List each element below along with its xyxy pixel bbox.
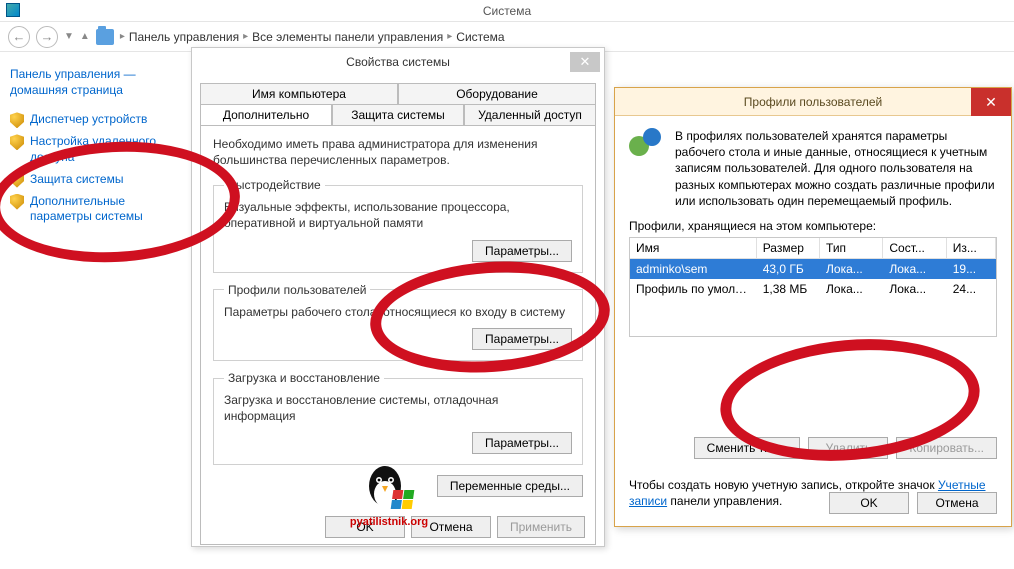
user-profiles-settings-button[interactable]: Параметры...	[472, 328, 572, 350]
window-title: Система	[483, 4, 531, 18]
users-icon	[629, 128, 665, 164]
startup-recovery-group: Загрузка и восстановление Загрузка и вос…	[213, 371, 583, 465]
sidebar-link-device-manager[interactable]: Диспетчер устройств	[10, 112, 190, 128]
apply-button[interactable]: Применить	[497, 516, 585, 538]
cell-name: Профиль по умолчанию	[630, 279, 757, 299]
table-row[interactable]: Профиль по умолчанию 1,38 МБ Лока... Лок…	[630, 279, 996, 299]
chevron-right-icon: ▸	[243, 31, 248, 42]
shield-icon	[10, 172, 24, 188]
up-icon[interactable]: ▲	[80, 31, 90, 42]
cell-name: adminko\sem	[630, 259, 757, 279]
note-post: панели управления.	[667, 494, 782, 508]
cell-changed: 19...	[947, 259, 996, 279]
folder-icon	[96, 29, 114, 45]
table-header: Имя Размер Тип Сост... Из...	[630, 238, 996, 259]
note-pre: Чтобы создать новую учетную запись, откр…	[629, 478, 938, 492]
sidebar-link-label: Диспетчер устройств	[30, 112, 147, 128]
sidebar-link-label: Дополнительные параметры системы	[30, 194, 190, 225]
admin-note: Необходимо иметь права администратора дл…	[213, 136, 583, 168]
user-profiles-legend: Профили пользователей	[224, 283, 370, 297]
watermark-text: pyatilistnik.org	[334, 516, 444, 528]
tab-remote[interactable]: Удаленный доступ	[464, 104, 596, 126]
col-state[interactable]: Сост...	[883, 238, 946, 259]
environment-variables-button[interactable]: Переменные среды...	[437, 475, 583, 497]
performance-settings-button[interactable]: Параметры...	[472, 240, 572, 262]
shield-icon	[10, 112, 24, 128]
startup-recovery-legend: Загрузка и восстановление	[224, 371, 384, 385]
cell-size: 1,38 МБ	[757, 279, 820, 299]
profiles-table[interactable]: Имя Размер Тип Сост... Из... adminko\sem…	[629, 237, 997, 337]
history-dropdown-icon[interactable]: ▼	[64, 31, 74, 42]
sidebar-link-system-protection[interactable]: Защита системы	[10, 172, 190, 188]
sidebar-link-remote-settings[interactable]: Настройка удаленного доступа	[10, 134, 190, 165]
startup-recovery-text: Загрузка и восстановление системы, отлад…	[224, 393, 572, 424]
col-size[interactable]: Размер	[757, 238, 820, 259]
copy-button[interactable]: Копировать...	[896, 437, 997, 459]
crumb-3[interactable]: Система	[456, 30, 504, 44]
sidebar-link-label: Защита системы	[30, 172, 123, 188]
dialog-title: Свойства системы	[346, 55, 450, 69]
intro-text: В профилях пользователей хранятся параме…	[675, 128, 997, 209]
cancel-button[interactable]: Отмена	[917, 492, 997, 514]
cell-type: Лока...	[820, 259, 883, 279]
startup-recovery-settings-button[interactable]: Параметры...	[472, 432, 572, 454]
breadcrumb[interactable]: ▸ Панель управления ▸ Все элементы панел…	[120, 30, 505, 44]
sidebar-link-advanced-settings[interactable]: Дополнительные параметры системы	[10, 194, 190, 225]
change-type-button[interactable]: Сменить тип...	[694, 437, 801, 459]
user-profiles-dialog: Профили пользователей ✕ В профилях польз…	[614, 87, 1012, 527]
dialog-titlebar: Профили пользователей ✕	[615, 88, 1011, 116]
tab-hardware[interactable]: Оборудование	[398, 83, 596, 104]
col-type[interactable]: Тип	[820, 238, 883, 259]
crumb-1[interactable]: Панель управления	[129, 30, 239, 44]
back-button[interactable]: ←	[8, 26, 30, 48]
forward-button[interactable]: →	[36, 26, 58, 48]
shield-icon	[10, 134, 24, 150]
stored-profiles-label: Профили, хранящиеся на этом компьютере:	[629, 219, 997, 233]
cell-type: Лока...	[820, 279, 883, 299]
cell-changed: 24...	[947, 279, 996, 299]
cell-state: Лока...	[883, 259, 946, 279]
close-button[interactable]: ✕	[971, 88, 1011, 116]
sidebar-link-label: Настройка удаленного доступа	[30, 134, 190, 165]
watermark-logo: pyatilistnik.org	[334, 464, 444, 528]
tab-advanced[interactable]: Дополнительно	[200, 104, 332, 126]
table-row[interactable]: adminko\sem 43,0 ГБ Лока... Лока... 19..…	[630, 259, 996, 279]
shield-icon	[10, 194, 24, 210]
window-titlebar: Система	[0, 0, 1014, 22]
cell-size: 43,0 ГБ	[757, 259, 820, 279]
dialog-titlebar: Свойства системы ✕	[192, 48, 604, 76]
close-button[interactable]: ✕	[570, 52, 600, 72]
cell-state: Лока...	[883, 279, 946, 299]
chevron-right-icon: ▸	[120, 31, 125, 42]
performance-legend: Быстродействие	[224, 178, 325, 192]
sidebar: Панель управления — домашняя страница Ди…	[0, 52, 200, 569]
control-panel-home-link[interactable]: Панель управления — домашняя страница	[10, 66, 190, 98]
tab-system-protection[interactable]: Защита системы	[332, 104, 464, 126]
tab-computer-name[interactable]: Имя компьютера	[200, 83, 398, 104]
dialog-title: Профили пользователей	[744, 95, 882, 109]
col-changed[interactable]: Из...	[947, 238, 996, 259]
user-profiles-text: Параметры рабочего стола, относящиеся ко…	[224, 305, 572, 321]
performance-group: Быстродействие Визуальные эффекты, испол…	[213, 178, 583, 272]
user-profiles-group: Профили пользователей Параметры рабочего…	[213, 283, 583, 362]
delete-button[interactable]: Удалить	[808, 437, 888, 459]
crumb-2[interactable]: Все элементы панели управления	[252, 30, 443, 44]
col-name[interactable]: Имя	[630, 238, 757, 259]
app-icon	[6, 3, 20, 17]
performance-text: Визуальные эффекты, использование процес…	[224, 200, 572, 231]
chevron-right-icon: ▸	[447, 31, 452, 42]
ok-button[interactable]: OK	[829, 492, 909, 514]
